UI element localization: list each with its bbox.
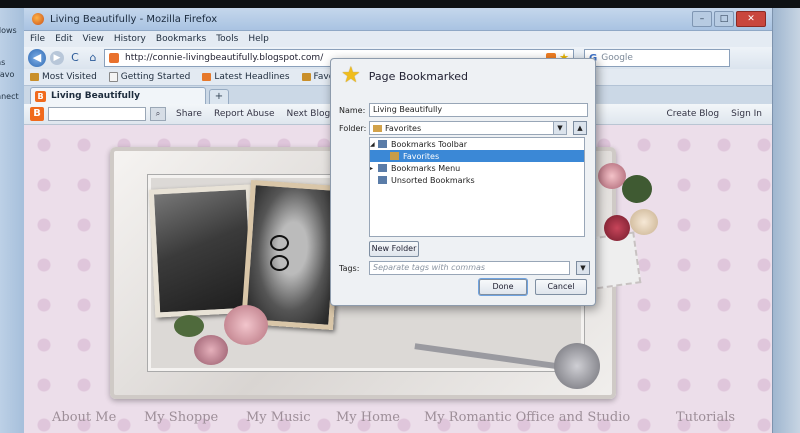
reload-button[interactable]: C — [68, 51, 82, 65]
tags-row: Tags: Separate tags with commas ▼ — [339, 261, 590, 275]
tags-input[interactable]: Separate tags with commas — [369, 261, 570, 275]
name-row: Name: Living Beautifully — [339, 103, 588, 117]
menu-help[interactable]: Help — [248, 34, 269, 44]
blogger-icon: B — [35, 90, 46, 102]
minimize-button[interactable]: – — [692, 11, 712, 27]
chevron-down-icon[interactable]: ▼ — [576, 261, 590, 275]
name-field[interactable]: Living Beautifully — [369, 103, 588, 117]
unsorted-bookmarks-icon — [378, 176, 387, 184]
menu-file[interactable]: File — [30, 34, 45, 44]
bookmark-getting-started[interactable]: Getting Started — [108, 72, 190, 82]
window-title: Living Beautifully - Mozilla Firefox — [50, 13, 218, 25]
menu-bookmarks[interactable]: Bookmarks — [156, 34, 206, 44]
back-button[interactable]: ◀ — [28, 49, 46, 67]
tree-item-unsorted-bookmarks[interactable]: Unsorted Bookmarks — [370, 174, 584, 186]
folder-value: Favorites — [385, 123, 422, 133]
leaf-decoration — [174, 315, 204, 337]
folder-tree[interactable]: ◢ Bookmarks Toolbar Favorites ▸ Bookmark… — [369, 137, 585, 237]
tree-item-favorites[interactable]: Favorites — [370, 150, 584, 162]
rose-decoration — [604, 215, 630, 241]
site-favicon — [109, 53, 119, 63]
search-input[interactable]: G Google — [584, 49, 730, 67]
home-button[interactable]: ⌂ — [86, 51, 100, 65]
folder-icon — [301, 73, 311, 81]
rose-decoration — [194, 335, 228, 365]
blog-search-input[interactable] — [48, 107, 146, 121]
name-label: Name: — [339, 105, 366, 115]
maximize-button[interactable]: □ — [714, 11, 734, 27]
cancel-button[interactable]: Cancel — [535, 279, 587, 295]
bookmarks-toolbar-icon — [378, 140, 387, 148]
share-link[interactable]: Share — [176, 109, 202, 119]
folder-label: Folder: — [339, 123, 367, 133]
menu-view[interactable]: View — [83, 34, 104, 44]
background-window-text: dows — [0, 26, 17, 35]
tree-item-bookmarks-toolbar[interactable]: ◢ Bookmarks Toolbar — [370, 138, 584, 150]
folder-row: Folder: Favorites ▼ ▲ — [339, 121, 587, 135]
background-window-right — [772, 8, 800, 433]
nav-my-romantic-office[interactable]: My Romantic Office and Studio — [424, 410, 630, 425]
close-button[interactable]: ✕ — [736, 11, 766, 27]
tags-label: Tags: — [339, 263, 360, 273]
background-window-text: nnect — [0, 92, 19, 101]
twisty-icon[interactable]: ◢ — [370, 141, 378, 148]
rose-decoration — [224, 305, 268, 345]
group-photo — [148, 184, 258, 318]
background-window[interactable]: dows ns Favo nnect — [0, 8, 25, 433]
nav-my-home[interactable]: My Home — [336, 410, 400, 425]
page-bookmarked-dialog: ★ Page Bookmarked Name: Living Beautiful… — [330, 58, 596, 306]
blog-search-button[interactable]: ⌕ — [150, 107, 166, 121]
feed-icon — [202, 73, 212, 81]
sign-in-link[interactable]: Sign In — [731, 109, 762, 119]
nav-my-music[interactable]: My Music — [246, 410, 311, 425]
url-text: http://connie-livingbeautifully.blogspot… — [125, 53, 324, 63]
tab-living-beautifully[interactable]: B Living Beautifully — [30, 87, 206, 104]
background-window-text: Favo — [0, 70, 15, 79]
menu-tools[interactable]: Tools — [216, 34, 238, 44]
bookmarks-menu-icon — [378, 164, 387, 172]
menu-edit[interactable]: Edit — [55, 34, 72, 44]
dialog-title: Page Bookmarked — [368, 69, 468, 83]
folder-select[interactable]: Favorites ▼ — [369, 121, 567, 135]
new-folder-button[interactable]: New Folder — [369, 241, 419, 257]
report-abuse-link[interactable]: Report Abuse — [214, 109, 275, 119]
blog-navigation: About Me My Shoppe My Music My Home My R… — [24, 404, 772, 433]
star-icon: ★ — [341, 63, 361, 88]
create-blog-link[interactable]: Create Blog — [666, 109, 719, 119]
folder-icon — [30, 73, 39, 81]
title-bar: Living Beautifully - Mozilla Firefox – □… — [24, 8, 772, 31]
nav-about-me[interactable]: About Me — [52, 410, 116, 425]
collapse-tree-button[interactable]: ▲ — [573, 121, 587, 135]
next-blog-link[interactable]: Next Blog» — [286, 109, 335, 119]
firefox-icon — [32, 13, 44, 25]
tree-item-bookmarks-menu[interactable]: ▸ Bookmarks Menu — [370, 162, 584, 174]
glasses-detail — [270, 235, 310, 271]
chevron-down-icon[interactable]: ▼ — [553, 122, 566, 134]
folder-icon — [373, 124, 382, 132]
nav-my-shoppe[interactable]: My Shoppe — [144, 410, 218, 425]
monitor-bezel — [0, 0, 800, 8]
dialog-header: ★ Page Bookmarked — [331, 59, 595, 93]
forward-button[interactable]: ▶ — [50, 51, 64, 65]
new-tab-button[interactable]: + — [209, 89, 229, 104]
background-window-text: ns — [0, 58, 6, 67]
done-button[interactable]: Done — [479, 279, 527, 295]
menu-bar: File Edit View History Bookmarks Tools H… — [24, 31, 772, 47]
rose-decoration — [630, 209, 658, 235]
search-placeholder: Google — [601, 53, 633, 63]
nav-tutorials[interactable]: Tutorials — [676, 410, 735, 425]
bookmark-latest-headlines[interactable]: Latest Headlines — [202, 72, 290, 82]
bookmark-most-visited[interactable]: Most Visited — [30, 72, 97, 82]
twisty-icon[interactable]: ▸ — [370, 165, 378, 172]
leaf-decoration — [622, 175, 652, 203]
tab-label: Living Beautifully — [51, 91, 140, 101]
blogger-logo-icon[interactable]: B — [30, 107, 44, 121]
key-head-decoration — [554, 343, 600, 389]
page-icon — [108, 72, 118, 82]
folder-icon — [390, 152, 399, 160]
menu-history[interactable]: History — [114, 34, 146, 44]
